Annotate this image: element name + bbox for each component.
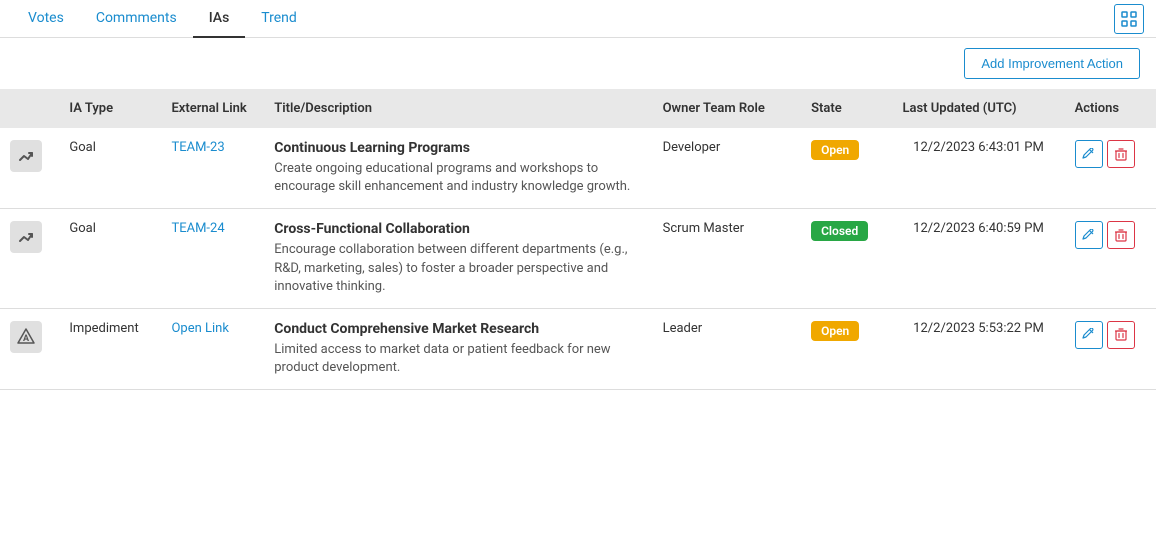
row-icon-cell bbox=[0, 128, 59, 209]
header-ia-type: IA Type bbox=[59, 89, 161, 128]
tab-trend[interactable]: Trend bbox=[245, 0, 313, 38]
row-ia-type: Goal bbox=[59, 128, 161, 209]
edit-button[interactable] bbox=[1075, 221, 1103, 249]
delete-button[interactable] bbox=[1107, 321, 1135, 349]
row-last-updated: 12/2/2023 5:53:22 PM bbox=[892, 308, 1064, 389]
row-external-link[interactable]: TEAM-24 bbox=[161, 209, 264, 309]
table-header-row: IA Type External Link Title/Description … bbox=[0, 89, 1156, 128]
tabs-bar: Votes Commments IAs Trend bbox=[0, 0, 1156, 38]
table-row: A Impediment Open Link Conduct Comprehensi… bbox=[0, 308, 1156, 389]
row-ia-type: Goal bbox=[59, 209, 161, 309]
action-buttons bbox=[1075, 140, 1146, 168]
delete-button[interactable] bbox=[1107, 140, 1135, 168]
delete-button[interactable] bbox=[1107, 221, 1135, 249]
header-icon-col bbox=[0, 89, 59, 128]
status-badge: Closed bbox=[811, 221, 868, 241]
row-description: Limited access to market data or patient… bbox=[274, 341, 642, 377]
edit-button[interactable] bbox=[1075, 321, 1103, 349]
svg-text:A: A bbox=[23, 334, 30, 344]
row-title-description: Conduct Comprehensive Market Research Li… bbox=[264, 308, 652, 389]
action-bar: Add Improvement Action bbox=[0, 38, 1156, 89]
header-state: State bbox=[801, 89, 892, 128]
row-external-link[interactable]: Open Link bbox=[161, 308, 264, 389]
header-owner-team-role: Owner Team Role bbox=[653, 89, 801, 128]
row-title: Continuous Learning Programs bbox=[274, 140, 642, 156]
action-buttons bbox=[1075, 321, 1146, 349]
row-state: Open bbox=[801, 128, 892, 209]
row-actions bbox=[1065, 308, 1156, 389]
row-title-description: Continuous Learning Programs Create ongo… bbox=[264, 128, 652, 209]
tab-ias[interactable]: IAs bbox=[193, 0, 246, 38]
row-state: Closed bbox=[801, 209, 892, 309]
table-row: Goal TEAM-24 Cross-Functional Collaboratio… bbox=[0, 209, 1156, 309]
row-actions bbox=[1065, 209, 1156, 309]
goal-icon bbox=[10, 221, 42, 253]
header-title-description: Title/Description bbox=[264, 89, 652, 128]
add-improvement-action-button[interactable]: Add Improvement Action bbox=[964, 48, 1140, 79]
tab-votes[interactable]: Votes bbox=[12, 0, 80, 38]
tab-comments[interactable]: Commments bbox=[80, 0, 193, 38]
row-owner: Developer bbox=[653, 128, 801, 209]
impediment-icon: A bbox=[10, 321, 42, 353]
row-last-updated: 12/2/2023 6:40:59 PM bbox=[892, 209, 1064, 309]
timestamp: 12/2/2023 6:40:59 PM bbox=[902, 221, 1054, 236]
timestamp: 12/2/2023 5:53:22 PM bbox=[902, 321, 1054, 336]
row-icon-cell: A bbox=[0, 308, 59, 389]
row-actions bbox=[1065, 128, 1156, 209]
goal-icon bbox=[10, 140, 42, 172]
row-description: Create ongoing educational programs and … bbox=[274, 160, 642, 196]
row-last-updated: 12/2/2023 6:43:01 PM bbox=[892, 128, 1064, 209]
row-ia-type: Impediment bbox=[59, 308, 161, 389]
row-external-link[interactable]: TEAM-23 bbox=[161, 128, 264, 209]
row-title-description: Cross-Functional Collaboration Encourage… bbox=[264, 209, 652, 309]
external-link-anchor[interactable]: TEAM-24 bbox=[171, 221, 224, 236]
row-title: Cross-Functional Collaboration bbox=[274, 221, 642, 237]
ia-table: IA Type External Link Title/Description … bbox=[0, 89, 1156, 390]
table-row: Goal TEAM-23 Continuous Learning Programs … bbox=[0, 128, 1156, 209]
row-title: Conduct Comprehensive Market Research bbox=[274, 321, 642, 337]
status-badge: Open bbox=[811, 321, 859, 341]
row-icon-cell bbox=[0, 209, 59, 309]
status-badge: Open bbox=[811, 140, 859, 160]
row-owner: Leader bbox=[653, 308, 801, 389]
header-external-link: External Link bbox=[161, 89, 264, 128]
external-link-anchor[interactable]: TEAM-23 bbox=[171, 140, 224, 155]
header-last-updated: Last Updated (UTC) bbox=[892, 89, 1064, 128]
row-owner: Scrum Master bbox=[653, 209, 801, 309]
header-actions: Actions bbox=[1065, 89, 1156, 128]
timestamp: 12/2/2023 6:43:01 PM bbox=[902, 140, 1054, 155]
edit-button[interactable] bbox=[1075, 140, 1103, 168]
row-state: Open bbox=[801, 308, 892, 389]
action-buttons bbox=[1075, 221, 1146, 249]
row-description: Encourage collaboration between differen… bbox=[274, 241, 642, 296]
expand-icon[interactable] bbox=[1114, 4, 1144, 34]
external-link-anchor[interactable]: Open Link bbox=[171, 321, 228, 336]
